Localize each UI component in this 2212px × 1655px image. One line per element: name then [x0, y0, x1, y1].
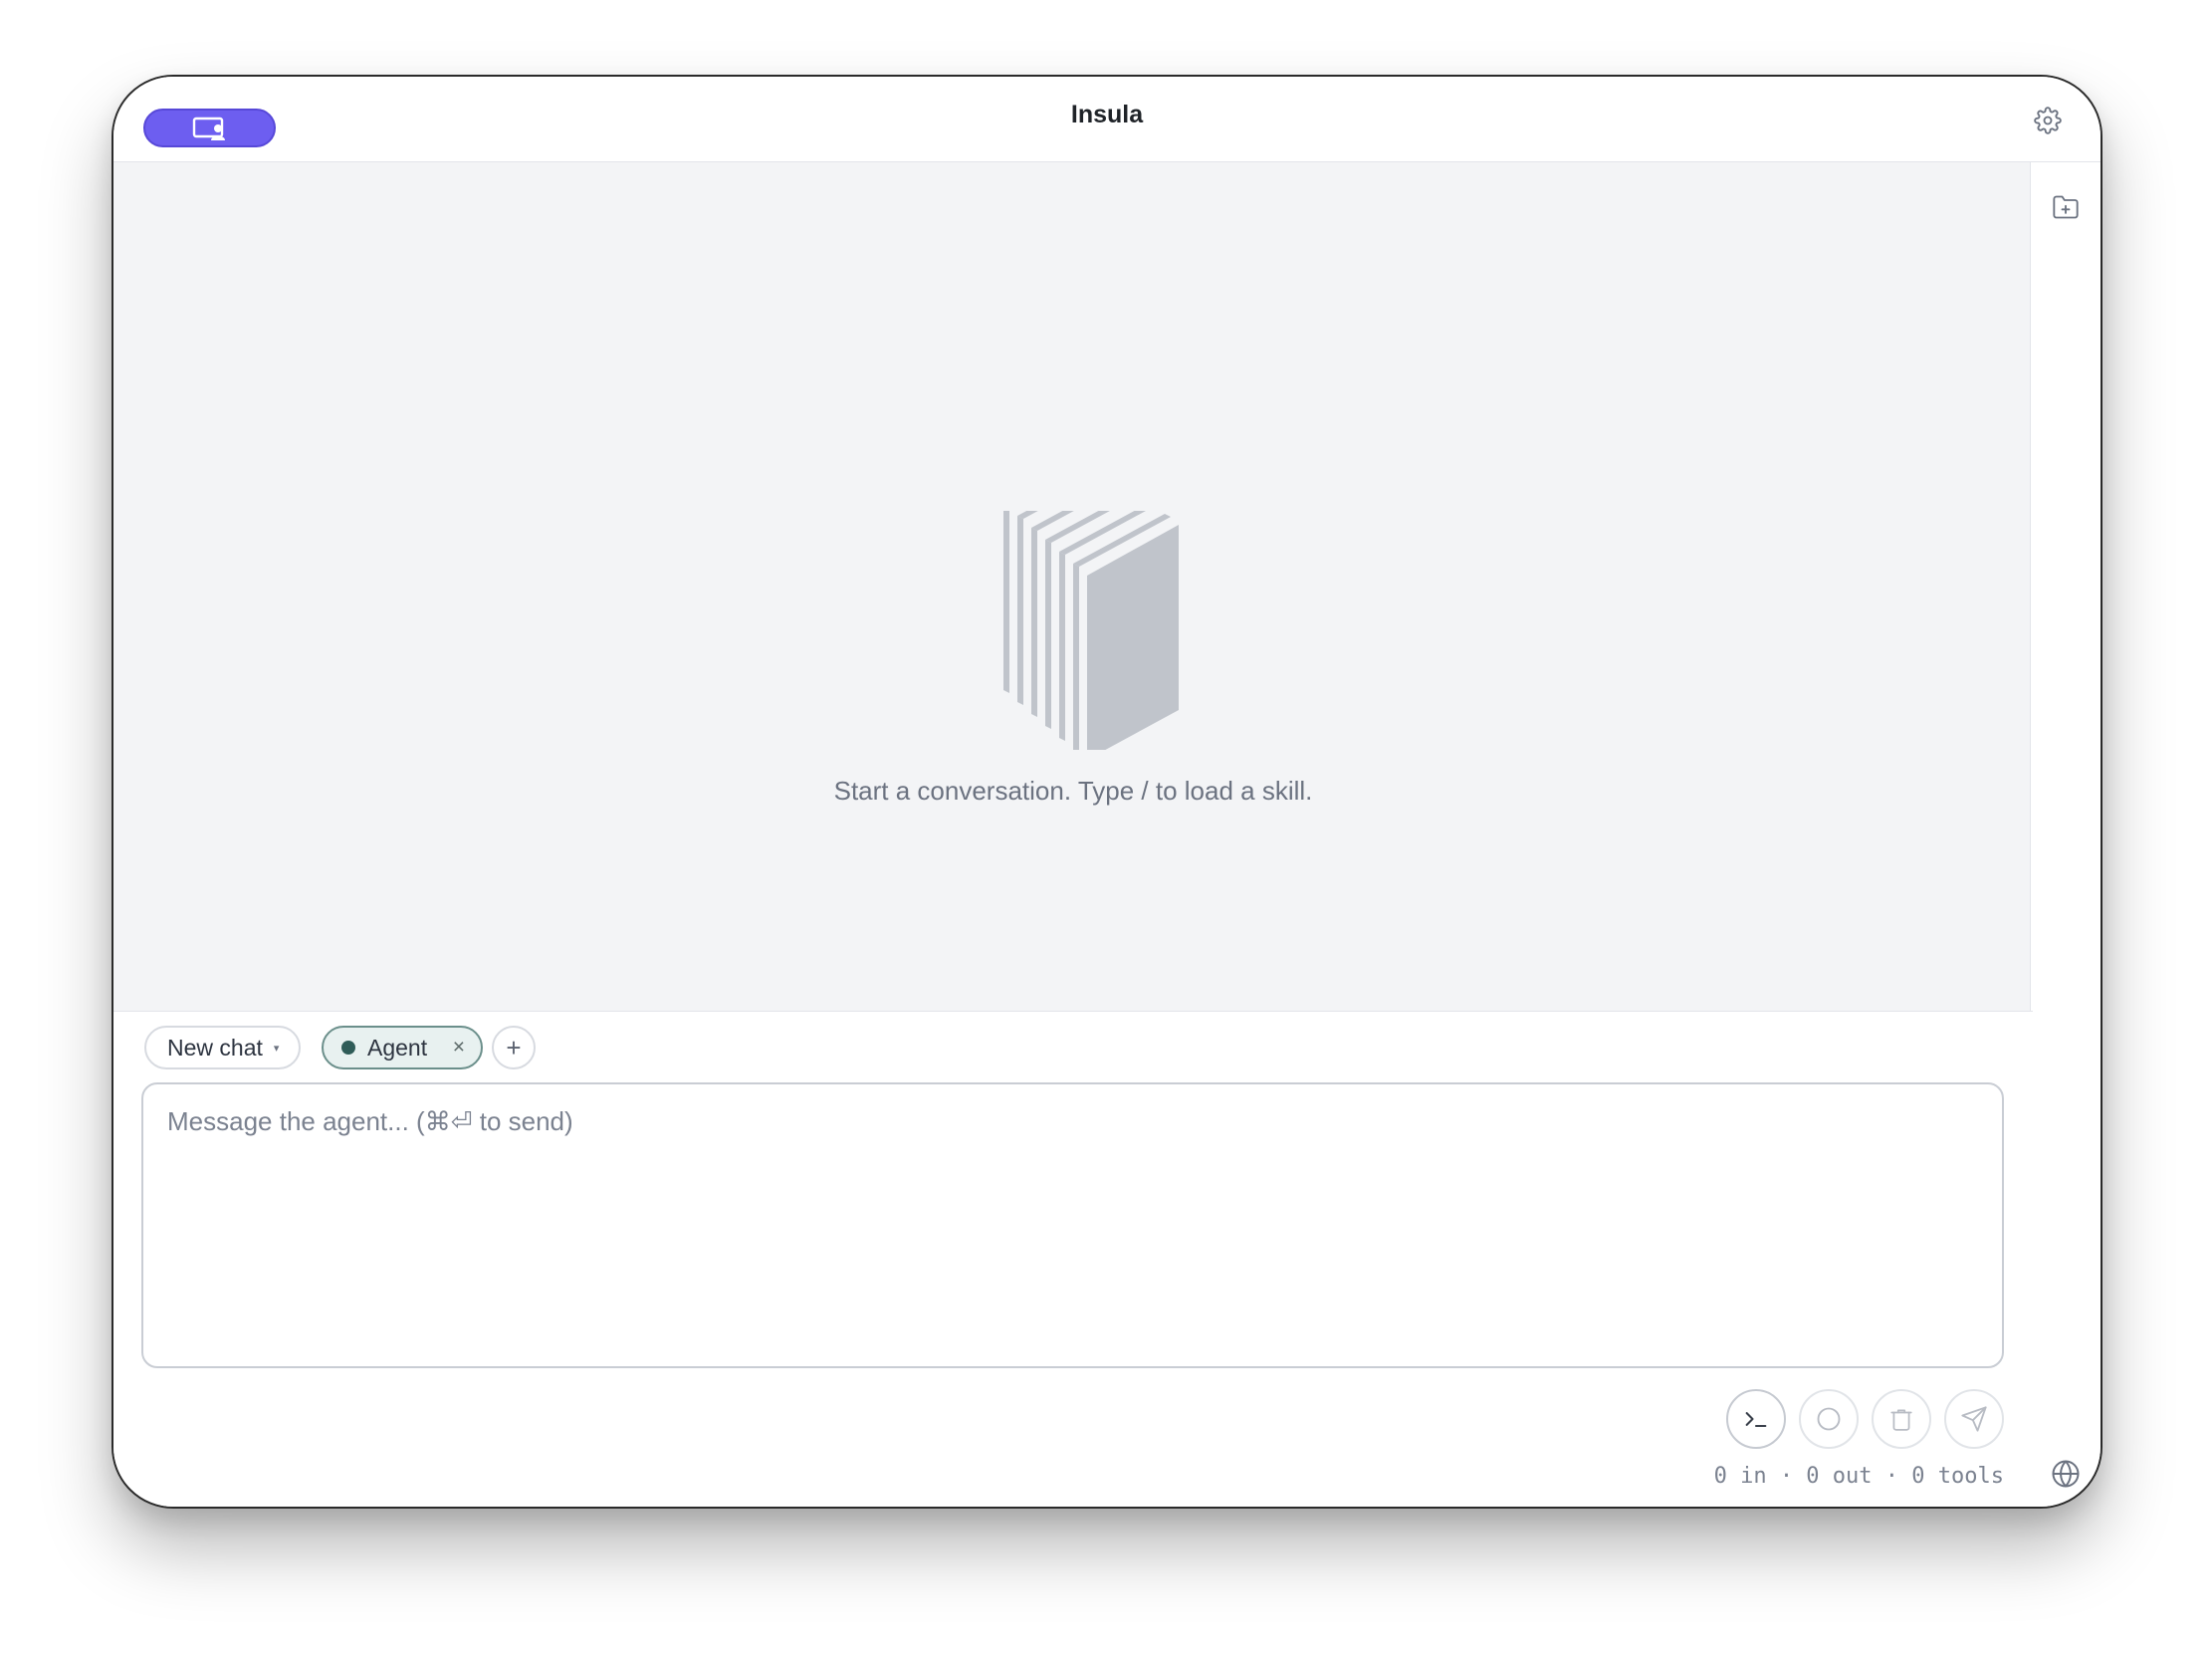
send-button[interactable]	[1944, 1389, 2004, 1449]
send-icon	[1961, 1406, 1987, 1432]
new-chat-label: New chat	[167, 1034, 263, 1061]
agent-status-dot	[341, 1041, 355, 1055]
token-usage: 0 in · 0 out · 0 tools	[1713, 1464, 2004, 1489]
right-sidebar	[2030, 162, 2101, 1507]
gear-icon	[2034, 107, 2062, 134]
empty-state-message: Start a conversation. Type / to load a s…	[833, 776, 1313, 806]
stacked-cube-icon	[1003, 511, 1179, 750]
composer-actions	[1726, 1389, 2004, 1449]
settings-button[interactable]	[2031, 104, 2065, 137]
close-icon[interactable]: ×	[453, 1036, 465, 1060]
trash-icon	[1890, 1409, 1912, 1431]
stop-button[interactable]	[1799, 1389, 1859, 1449]
folder-plus-icon	[2053, 195, 2079, 219]
chevron-down-icon: ▾	[273, 1042, 280, 1055]
add-chip-button[interactable]: +	[492, 1026, 536, 1069]
globe-icon	[2052, 1460, 2080, 1488]
agent-chip[interactable]: Agent ×	[322, 1026, 483, 1069]
clear-button[interactable]	[1872, 1389, 1931, 1449]
composer: New chat ▾ Agent × + Message the agent..…	[113, 1011, 2033, 1507]
titlebar: Insula	[113, 77, 2101, 162]
window-title: Insula	[1070, 101, 1144, 128]
stop-circle-icon	[1817, 1407, 1841, 1431]
agent-label: Agent	[367, 1034, 428, 1061]
web-button[interactable]	[2049, 1457, 2083, 1491]
message-input[interactable]: Message the agent... (⌘⏎ to send)	[141, 1082, 2004, 1368]
app-window: Insula Start a conversation. Type / to l…	[111, 75, 2102, 1509]
message-input-placeholder: Message the agent... (⌘⏎ to send)	[167, 1106, 573, 1136]
plus-icon: +	[506, 1032, 522, 1063]
new-folder-button[interactable]	[2049, 190, 2083, 224]
new-chat-dropdown[interactable]: New chat ▾	[144, 1026, 301, 1069]
conversation-area: Start a conversation. Type / to load a s…	[113, 162, 2033, 1011]
terminal-button[interactable]	[1726, 1389, 1786, 1449]
terminal-icon	[1745, 1412, 1767, 1428]
